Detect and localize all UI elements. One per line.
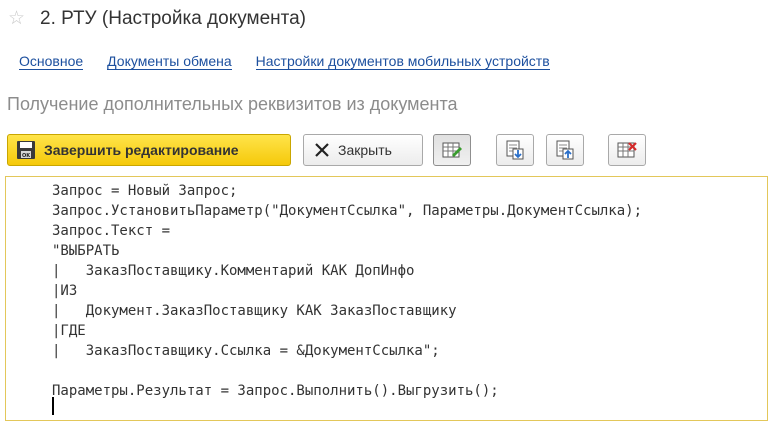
code-line: | ЗаказПоставщику.Ссылка = &ДокументСсыл… — [52, 343, 440, 359]
code-line: |ГДЕ — [52, 323, 86, 339]
close-label: Закрыть — [338, 142, 392, 158]
export-document-icon — [556, 140, 574, 160]
code-line: | ЗаказПоставщику.Комментарий КАК ДопИнф… — [52, 263, 415, 279]
edit-table-button[interactable] — [433, 134, 471, 166]
export-document-button[interactable] — [546, 134, 584, 166]
close-button[interactable]: Закрыть — [303, 134, 423, 166]
code-line: Параметры.Результат = Запрос.Выполнить()… — [52, 383, 499, 399]
close-icon — [315, 143, 329, 157]
import-document-icon — [506, 140, 524, 160]
tab-bar: Основное Документы обмена Настройки доку… — [19, 53, 574, 70]
tab-exchange-documents[interactable]: Документы обмена — [107, 53, 232, 70]
code-text[interactable]: Запрос = Новый Запрос; Запрос.Установить… — [52, 181, 642, 401]
text-caret — [52, 397, 54, 415]
delete-table-button[interactable] — [608, 134, 646, 166]
svg-text:OK: OK — [22, 153, 31, 159]
save-ok-icon: OK — [17, 141, 35, 159]
title-bar: ☆ 2. РТУ (Настройка документа) — [8, 6, 306, 32]
window-title: 2. РТУ (Настройка документа) — [40, 8, 307, 29]
code-line: Запрос.УстановитьПараметр("ДокументСсылк… — [52, 203, 643, 219]
section-title: Получение дополнительных реквизитов из д… — [7, 94, 458, 114]
tab-main[interactable]: Основное — [19, 53, 84, 70]
finish-editing-button[interactable]: OK Завершить редактирование — [7, 134, 291, 166]
finish-editing-label: Завершить редактирование — [44, 142, 239, 158]
delete-table-icon — [617, 142, 637, 158]
tab-mobile-documents-settings[interactable]: Настройки документов мобильных устройств — [255, 53, 550, 70]
code-line: |ИЗ — [52, 283, 78, 299]
favorite-star-icon[interactable]: ☆ — [8, 9, 32, 29]
import-document-button[interactable] — [496, 134, 534, 166]
edit-table-icon — [442, 142, 462, 158]
code-editor[interactable]: Запрос = Новый Запрос; Запрос.Установить… — [5, 176, 768, 421]
code-line: | Документ.ЗаказПоставщику КАК ЗаказПост… — [52, 303, 457, 319]
code-line: "ВЫБРАТЬ — [52, 243, 120, 259]
code-line: Запрос = Новый Запрос; — [52, 183, 238, 199]
code-line: Запрос.Текст = — [52, 223, 171, 239]
